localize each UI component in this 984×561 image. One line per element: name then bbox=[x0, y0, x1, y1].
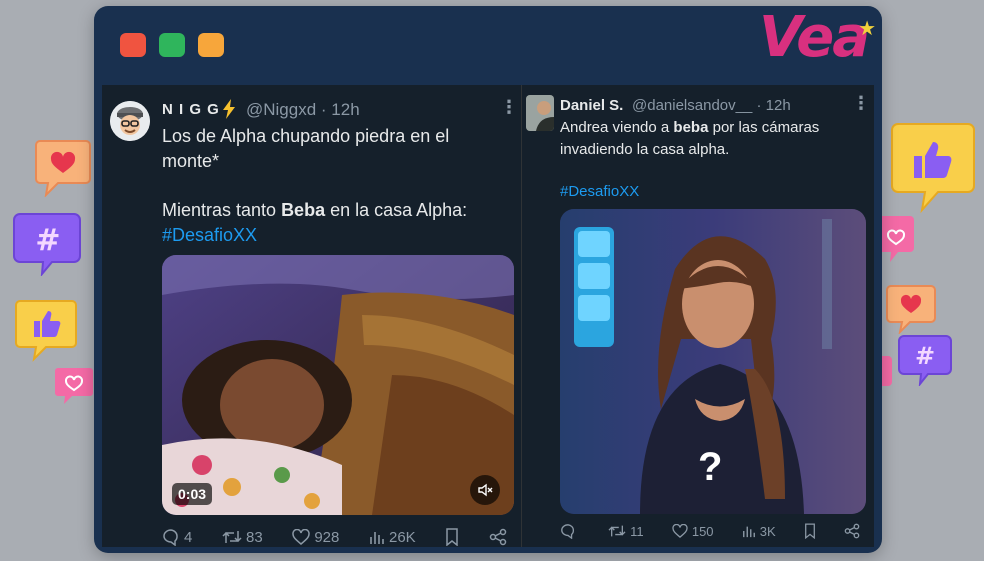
text-segment: por las cámaras bbox=[708, 119, 820, 136]
heart-icon bbox=[292, 529, 311, 545]
bookmark-button[interactable] bbox=[445, 528, 459, 546]
views-button[interactable]: 26K bbox=[369, 529, 416, 546]
like-button[interactable]: 150 bbox=[672, 524, 714, 539]
views-button[interactable]: 3K bbox=[742, 524, 776, 539]
views-icon bbox=[742, 526, 755, 538]
retweet-button[interactable]: 11 bbox=[608, 523, 644, 539]
heart-outline-bubble-icon bbox=[880, 354, 894, 390]
tweet-actions: 4 83 928 26K bbox=[162, 528, 507, 546]
avatar[interactable] bbox=[110, 101, 150, 141]
svg-text:#: # bbox=[35, 223, 60, 258]
reply-icon bbox=[561, 524, 575, 539]
tweet-text-line: Los de Alpha chupando piedra en el bbox=[162, 126, 450, 146]
video-player[interactable]: 0:03 bbox=[162, 255, 514, 515]
bold-text: beba bbox=[673, 119, 709, 136]
reply-button[interactable] bbox=[560, 523, 580, 539]
video-frame bbox=[162, 255, 514, 515]
star-icon: ★ bbox=[858, 16, 876, 40]
views-icon bbox=[370, 532, 384, 544]
hashtag-link[interactable]: #DesafioXX bbox=[560, 183, 639, 200]
handle-and-time[interactable]: @Niggxd · 12h bbox=[246, 100, 360, 120]
tweet-actions: 11 150 3K bbox=[560, 523, 860, 539]
svg-text:#: # bbox=[915, 342, 935, 370]
display-name[interactable]: N I G G bbox=[162, 101, 220, 118]
more-options-icon[interactable]: ⋮ bbox=[500, 97, 518, 118]
heart-bubble-icon bbox=[886, 282, 938, 334]
like-button[interactable]: 928 bbox=[292, 529, 339, 546]
hashtag-bubble-icon: # bbox=[898, 332, 954, 386]
bold-text: Beba bbox=[281, 200, 326, 220]
lightning-icon bbox=[222, 99, 236, 119]
tweet-card[interactable]: Daniel S. @danielsandov__ · 12h ⋮ Andrea… bbox=[522, 85, 874, 547]
tweet-text-line: Mientras tanto Beba en la casa Alpha: bbox=[162, 200, 467, 221]
text-segment: Andrea viendo a bbox=[560, 119, 674, 136]
tweet-text-line: Andrea viendo a beba por las cámaras bbox=[560, 119, 819, 136]
question-mark-overlay: ? bbox=[698, 445, 723, 489]
maximize-dot[interactable] bbox=[159, 33, 185, 57]
logo-text: Vea bbox=[758, 5, 870, 70]
heart-outline-bubble-icon bbox=[880, 210, 918, 264]
handle-and-time[interactable]: @danielsandov__ · 12h bbox=[632, 97, 791, 114]
retweet-count: 83 bbox=[245, 528, 263, 546]
retweet-icon bbox=[222, 531, 242, 543]
share-button[interactable] bbox=[844, 523, 860, 539]
like-count: 150 bbox=[691, 523, 714, 539]
view-count: 3K bbox=[759, 523, 776, 539]
text-segment: Mientras tanto bbox=[162, 200, 282, 220]
reply-icon bbox=[163, 529, 178, 546]
hashtag-link[interactable]: #DesafioXX bbox=[162, 225, 257, 246]
reply-button[interactable]: 4 bbox=[162, 528, 192, 546]
window-controls bbox=[120, 33, 224, 57]
video-timestamp: 0:03 bbox=[172, 483, 213, 505]
bookmark-icon bbox=[804, 523, 815, 539]
more-options-icon[interactable]: ⋮ bbox=[852, 93, 870, 114]
like-count: 928 bbox=[314, 528, 340, 546]
tweet-image[interactable]: ? bbox=[560, 209, 866, 514]
close-dot[interactable] bbox=[120, 33, 146, 57]
vea-logo: Vea ★ bbox=[759, 10, 876, 66]
heart-icon bbox=[672, 524, 688, 538]
display-name[interactable]: Daniel S. bbox=[560, 97, 623, 114]
browser-window: Vea ★ N I G G @Niggxd · 12h ⋮ Los de Alp… bbox=[94, 6, 882, 553]
retweet-count: 11 bbox=[630, 523, 644, 539]
mute-icon[interactable] bbox=[470, 475, 500, 505]
tweet-text-line: monte* bbox=[162, 151, 220, 171]
reply-count: 4 bbox=[184, 528, 193, 546]
tweet-text-line: invadiendo la casa alpha. bbox=[560, 141, 730, 158]
retweet-button[interactable]: 83 bbox=[222, 528, 263, 546]
tweets-panel: N I G G @Niggxd · 12h ⋮ Los de Alpha chu… bbox=[102, 85, 874, 547]
heart-outline-bubble-icon bbox=[54, 364, 94, 406]
share-button[interactable] bbox=[489, 528, 507, 546]
retweet-icon bbox=[608, 525, 626, 537]
thumbs-up-bubble-icon bbox=[14, 297, 78, 363]
hashtag-bubble-icon: # bbox=[12, 210, 84, 276]
share-icon bbox=[844, 523, 860, 539]
heart-bubble-icon bbox=[34, 137, 92, 197]
thumbs-up-bubble-icon bbox=[888, 120, 978, 216]
tweet-card[interactable]: N I G G @Niggxd · 12h ⋮ Los de Alpha chu… bbox=[102, 85, 522, 547]
share-icon bbox=[489, 528, 507, 546]
bookmark-button[interactable] bbox=[804, 523, 816, 539]
minimize-dot[interactable] bbox=[198, 33, 224, 57]
view-count: 26K bbox=[388, 528, 416, 546]
bookmark-icon bbox=[446, 528, 459, 546]
text-segment: en la casa Alpha: bbox=[325, 200, 468, 220]
avatar[interactable] bbox=[526, 95, 554, 131]
